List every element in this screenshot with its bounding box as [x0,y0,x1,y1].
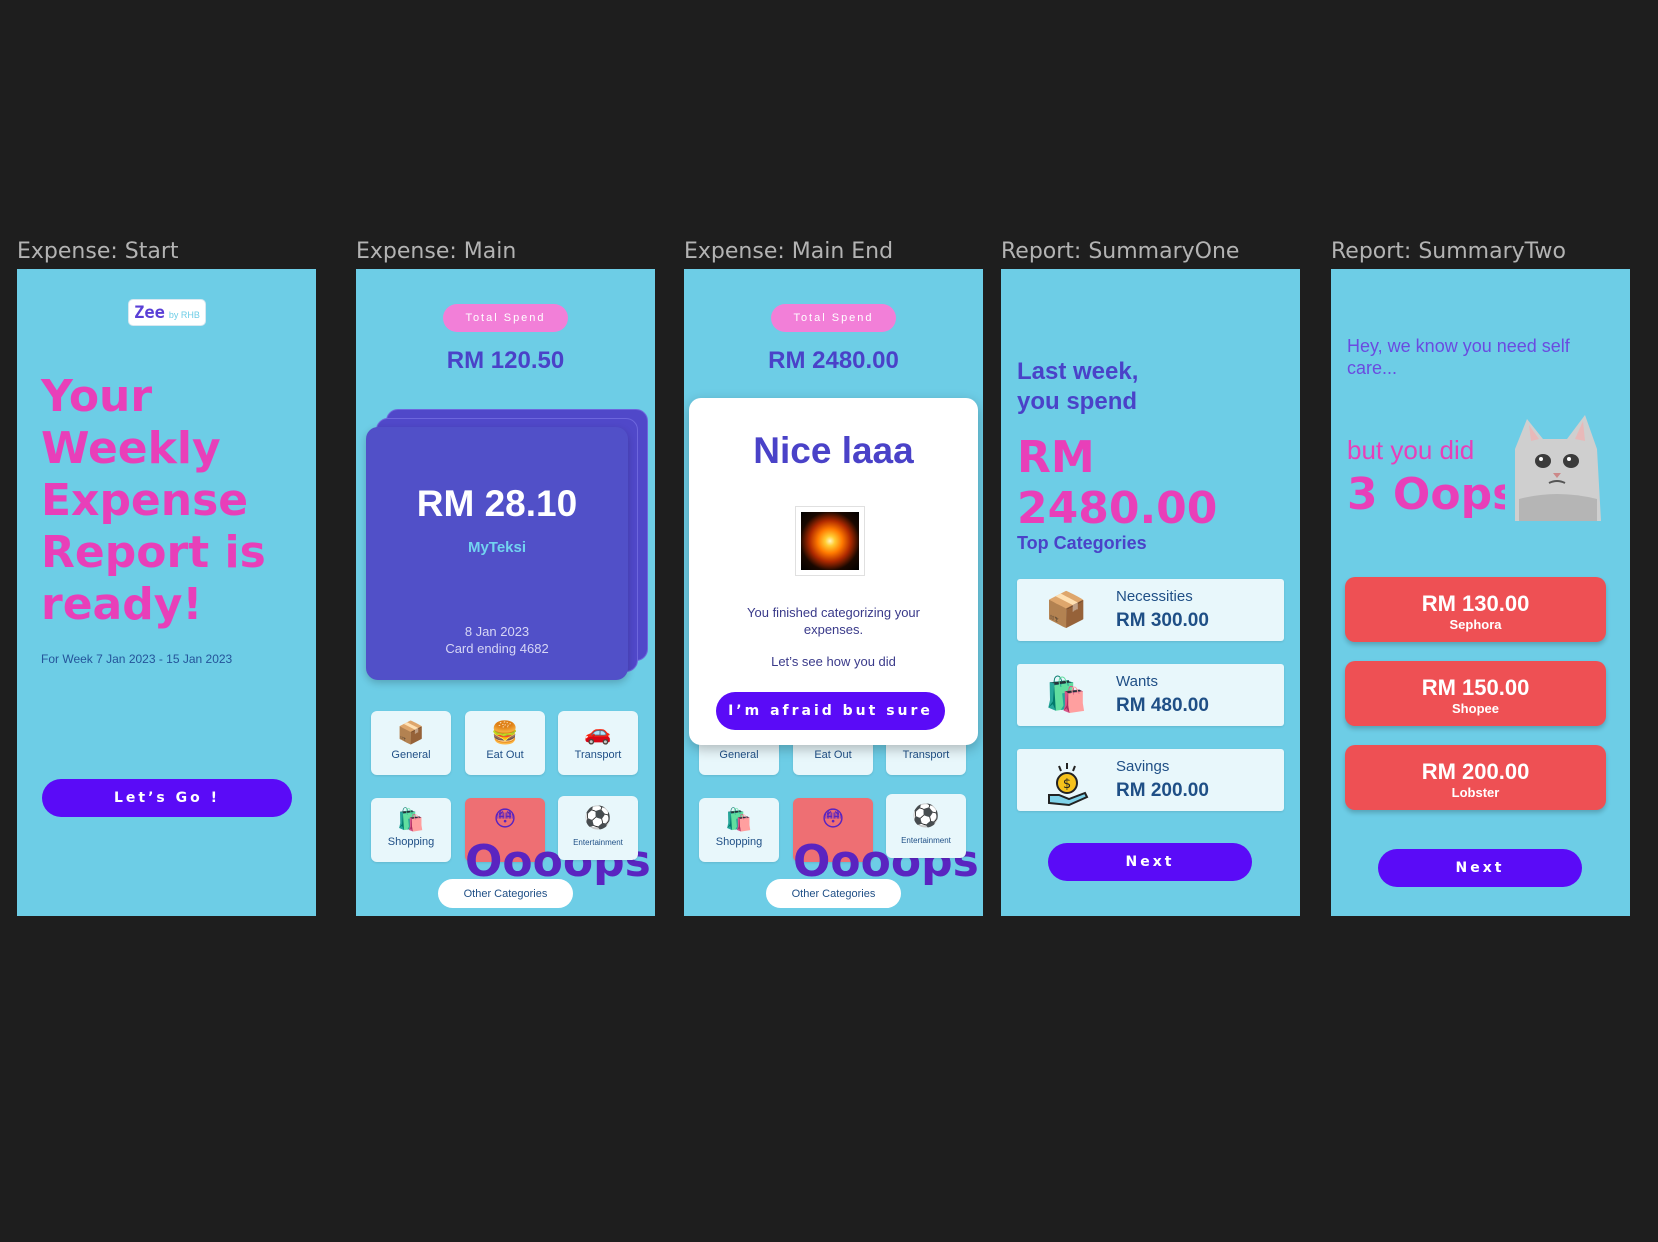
weekly-total-amount: RM 2480.00 [1017,432,1218,534]
oops-count: 3 Oops [1347,469,1519,520]
soccer-ball-icon: ⚽ [912,803,940,828]
car-icon: 🚗 [584,720,612,745]
oops-item-shopee[interactable]: RM 150.00 Shopee [1345,661,1606,726]
category-label: Shopping [715,836,763,848]
week-range: For Week 7 Jan 2023 - 15 Jan 2023 [41,652,233,666]
box-icon: 📦 [397,720,425,745]
category-oooops[interactable]: 😳 Oooops [465,798,651,887]
category-eat-out[interactable]: 🍔 Eat Out [465,711,545,775]
category-label: Entertainment [901,836,951,845]
self-care-message: Hey, we know you need self care... [1347,336,1570,378]
box-icon: 📦 [1045,591,1088,629]
frame-label-expense-start: Expense: Start [17,239,179,264]
frame-expense-start: Zee by RHB Your Weekly Expense Report is… [17,269,316,916]
total-spend-pill: Total Spend [771,304,896,332]
category-transport[interactable]: 🚗 Transport [558,711,638,775]
oops-amount: RM 130.00 [1421,591,1530,616]
category-label: Transport [574,749,622,761]
category-label: General [391,749,431,761]
top-category-necessities[interactable]: 📦 Necessities RM 300.00 [1017,579,1284,641]
category-label: Eat Out [814,749,852,761]
modal-message-text: You finished categorizing your expenses. [747,605,920,637]
category-name: Savings [1116,758,1170,775]
transaction-date: 8 Jan 2023 [464,624,530,639]
category-label: Eat Out [486,749,524,761]
frame-label-expense-main-end: Expense: Main End [684,239,894,264]
category-label: Entertainment [573,838,623,847]
afraid-but-sure-button[interactable]: I’m afraid but sure [716,692,945,730]
category-shopping[interactable]: 🛍️ Shopping [699,798,779,862]
frame-expense-main: Total Spend RM 120.50 RM 28.10 MyTeksi 8… [356,269,655,916]
frame-label-summary-one: Report: SummaryOne [1001,239,1240,264]
transaction-amount: RM 28.10 [416,483,578,524]
but-you-did-text: but you did [1347,435,1475,465]
money-hand-icon: $ [1045,761,1093,817]
oops-merchant: Sephora [1449,617,1502,632]
transaction-merchant: MyTeksi [467,539,527,556]
modal-message: You finished categorizing your expenses. [689,604,978,638]
svg-text:$: $ [1063,777,1071,792]
total-spend-amount: RM 120.50 [446,347,565,374]
logo-sub-text: by RHB [168,310,200,320]
category-general[interactable]: 📦 General [371,711,451,775]
modal-subtext: Let’s see how you did [771,654,896,669]
shopping-bags-icon: 🛍️ [725,807,753,832]
flushed-face-icon: 😳 [821,807,845,832]
fireworks-image [795,506,865,576]
headline: Your Weekly Expense Report is ready! [41,371,266,630]
category-name: Necessities [1116,588,1193,605]
completion-modal: Nice laaa You finished categorizing your… [689,398,978,745]
next-button[interactable]: Next [1378,849,1582,887]
total-spend-pill: Total Spend [443,304,568,332]
category-entertainment[interactable]: ⚽ Entertainment [886,794,966,858]
zee-logo: Zee by RHB [128,299,206,326]
transaction-card-ending: Card ending 4682 [445,641,549,656]
oops-merchant: Shopee [1452,701,1499,716]
frame-label-summary-two: Report: SummaryTwo [1331,239,1566,264]
oops-amount: RM 150.00 [1421,675,1530,700]
category-entertainment[interactable]: ⚽ Entertainment [558,796,638,860]
other-categories-button[interactable]: Other Categories [438,879,573,908]
frame-label-expense-main: Expense: Main [356,239,517,264]
other-categories-button[interactable]: Other Categories [766,879,901,908]
category-name: Wants [1116,673,1158,690]
shopping-bags-icon: 🛍️ [397,807,425,832]
top-category-savings[interactable]: $ Savings RM 200.00 [1017,749,1284,811]
oops-item-sephora[interactable]: RM 130.00 Sephora [1345,577,1606,642]
category-shopping[interactable]: 🛍️ Shopping [371,798,451,862]
top-category-wants[interactable]: 🛍️ Wants RM 480.00 [1017,664,1284,726]
modal-title: Nice laaa [753,430,914,471]
category-label: Shopping [387,836,435,848]
next-button[interactable]: Next [1048,843,1252,881]
oops-merchant: Lobster [1451,785,1500,800]
category-oooops[interactable]: 😳 Oooops [793,798,979,887]
transaction-card[interactable]: RM 28.10 MyTeksi 8 Jan 2023 Card ending … [366,427,628,680]
frame-summary-one: Last week, you spend RM 2480.00 Top Cate… [1001,269,1300,916]
last-week-intro: Last week, you spend [1017,358,1139,415]
logo-main-text: Zee [134,303,165,323]
total-spend-amount: RM 2480.00 [768,347,899,374]
burger-icon: 🍔 [491,720,519,745]
category-value: RM 480.00 [1116,695,1209,716]
category-value: RM 300.00 [1116,610,1209,631]
oops-amount: RM 200.00 [1421,759,1530,784]
top-categories-title: Top Categories [1017,533,1147,553]
shopping-bags-icon: 🛍️ [1045,676,1088,714]
sad-cat-image [1505,409,1607,521]
category-value: RM 200.00 [1116,780,1209,801]
soccer-ball-icon: ⚽ [584,805,612,830]
frame-summary-two: Hey, we know you need self care... but y… [1331,269,1630,916]
lets-go-button[interactable]: Let’s Go ! [42,779,292,817]
oops-item-lobster[interactable]: RM 200.00 Lobster [1345,745,1606,810]
frame-expense-main-end: Total Spend RM 2480.00 📦 General 🍔 Eat O… [684,269,983,916]
category-label: Transport [902,749,950,761]
flushed-face-icon: 😳 [493,807,517,832]
category-label: General [719,749,759,761]
